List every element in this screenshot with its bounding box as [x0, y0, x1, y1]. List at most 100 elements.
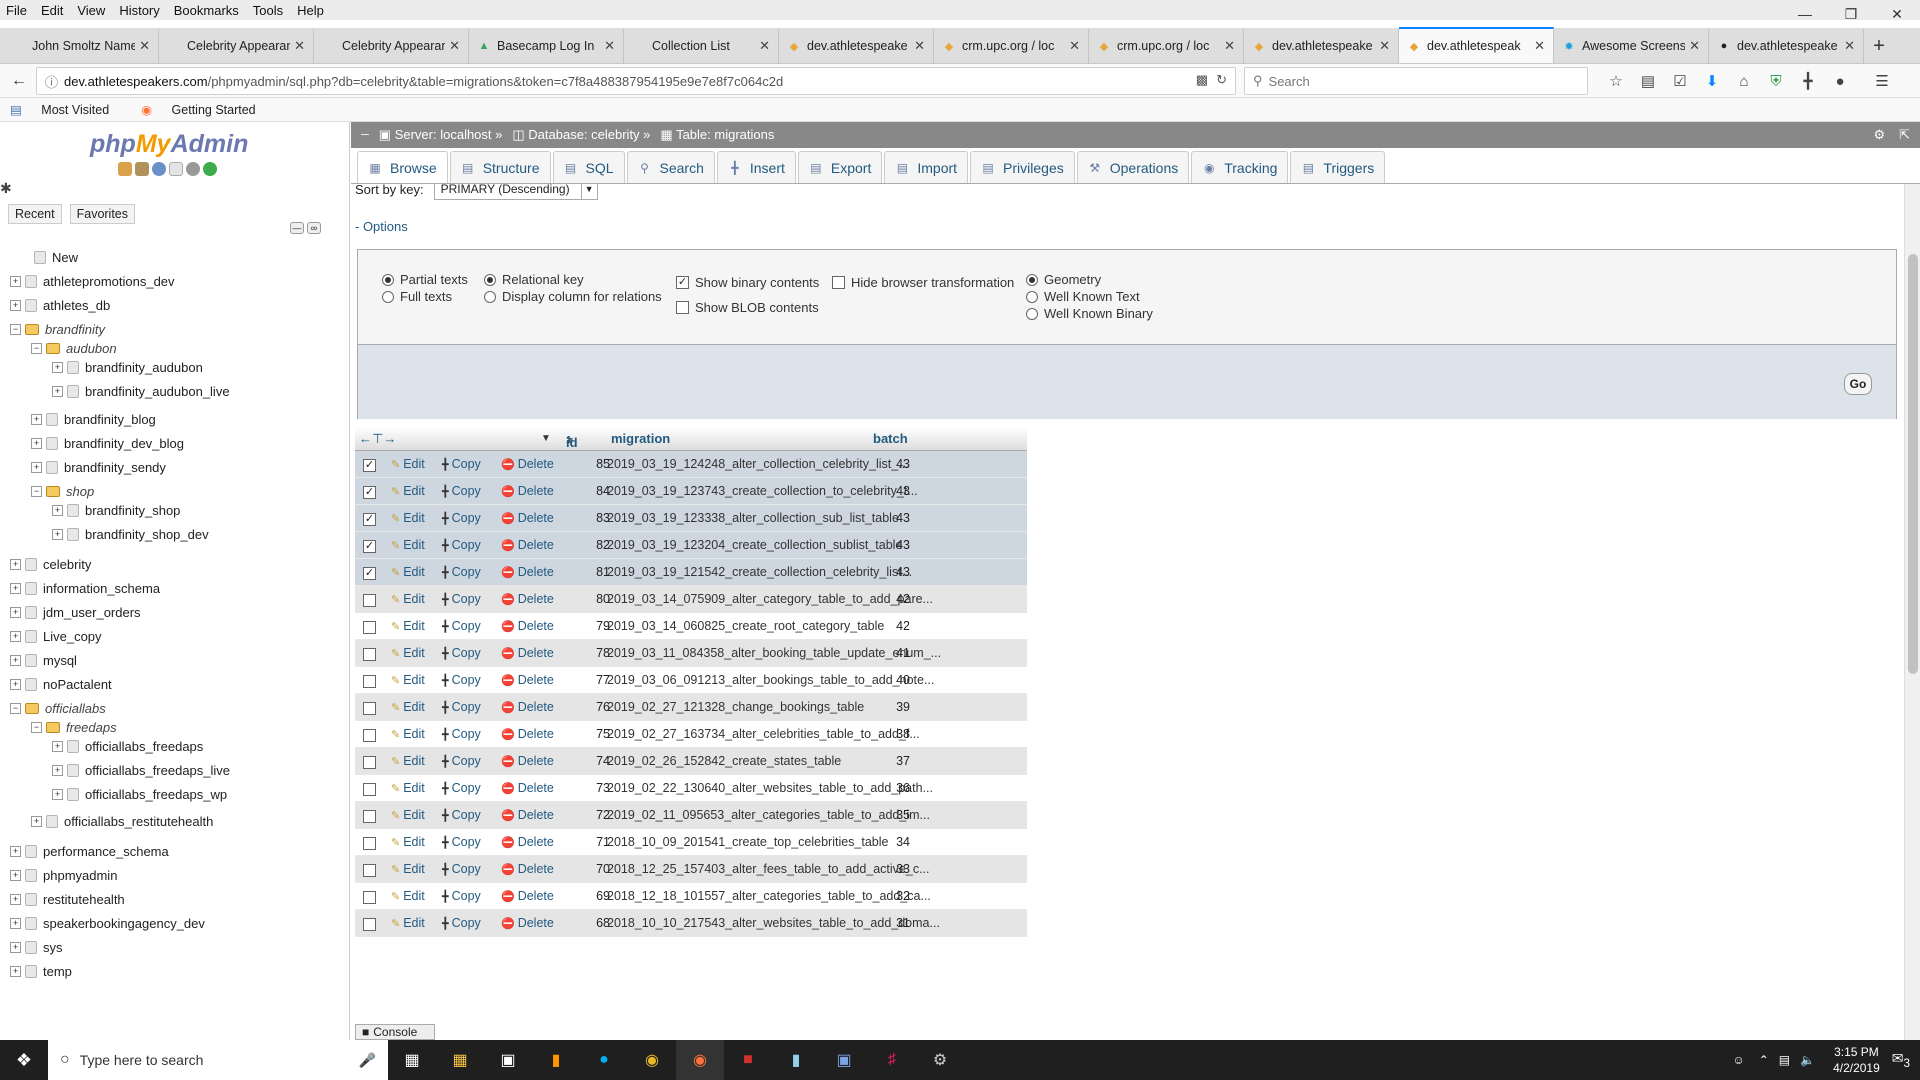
delete-link[interactable]: ⛔ Delete: [501, 538, 554, 552]
delete-link[interactable]: ⛔ Delete: [501, 889, 554, 903]
tree-item-nopactalent[interactable]: + noPactalent: [10, 674, 112, 694]
relational-key-radio[interactable]: [484, 273, 496, 286]
edit-link[interactable]: ✎ Edit: [391, 457, 425, 471]
recent-tab[interactable]: Recent: [8, 204, 62, 224]
expand-icon[interactable]: −: [31, 485, 42, 497]
delete-link[interactable]: ⛔ Delete: [501, 781, 554, 795]
row-checkbox[interactable]: ✓: [363, 486, 376, 499]
delete-link[interactable]: ⛔ Delete: [501, 808, 554, 822]
delete-link[interactable]: ⛔ Delete: [501, 592, 554, 606]
table-row[interactable]: ✎ Edit ╋ Copy ⛔ Delete 70 2018_12_25_157403_alt…: [355, 856, 1027, 883]
row-checkbox[interactable]: [363, 837, 376, 850]
tab-triggers[interactable]: ▤ Triggers: [1290, 151, 1386, 183]
row-checkbox[interactable]: [363, 756, 376, 769]
tree-item-athletes-db[interactable]: + athletes_db: [10, 295, 110, 315]
display-column-radio[interactable]: [484, 290, 496, 303]
menu-item-bookmarks[interactable]: Bookmarks: [174, 3, 239, 18]
edit-link[interactable]: ✎ Edit: [391, 781, 425, 795]
table-row[interactable]: ✎ Edit ╋ Copy ⛔ Delete 76 2019_02_27_121328_cha…: [355, 694, 1027, 721]
reload-icon[interactable]: [203, 162, 217, 176]
menu-item-view[interactable]: View: [77, 3, 105, 18]
delete-link[interactable]: ⛔ Delete: [501, 835, 554, 849]
url-bar[interactable]: ⓘ dev.athletespeakers.com /phpmyadmin/sq…: [36, 67, 1236, 95]
column-header-migration[interactable]: migration: [611, 431, 670, 446]
table-row[interactable]: ✓ ✎ Edit ╋ Copy ⛔ Delete 82 2019_03_19_123204_cr…: [355, 532, 1027, 559]
tree-item-celebrity[interactable]: + celebrity: [10, 554, 91, 574]
tree-item-mysql[interactable]: + mysql: [10, 650, 77, 670]
expand-icon[interactable]: +: [52, 764, 63, 776]
tree-item-restitutehealth[interactable]: + restitutehealth: [10, 889, 125, 909]
full-texts-option[interactable]: Full texts: [382, 289, 452, 304]
go-button[interactable]: Go: [1844, 373, 1872, 395]
search-bar[interactable]: ⚲ Search: [1244, 67, 1588, 95]
expand-icon[interactable]: +: [10, 917, 21, 929]
close-window-icon[interactable]: ✕: [1874, 0, 1920, 28]
scrollbar-thumb[interactable]: [1908, 254, 1918, 674]
row-checkbox[interactable]: [363, 648, 376, 661]
tab-structure[interactable]: ▤ Structure: [449, 151, 551, 183]
edit-link[interactable]: ✎ Edit: [391, 592, 425, 606]
row-checkbox[interactable]: [363, 810, 376, 823]
link-icon[interactable]: ∞: [307, 222, 321, 234]
console-toggle[interactable]: ■ Console: [355, 1024, 435, 1040]
edit-link[interactable]: ✎ Edit: [391, 700, 425, 714]
expand-icon[interactable]: +: [31, 413, 42, 425]
expand-icon[interactable]: −: [31, 342, 42, 354]
delete-link[interactable]: ⛔ Delete: [501, 916, 554, 930]
row-checkbox[interactable]: [363, 783, 376, 796]
copy-link[interactable]: ╋ Copy: [442, 808, 481, 822]
tree-item-athletepromotions-dev[interactable]: + athletepromotions_dev: [10, 271, 175, 291]
remote-desktop-icon[interactable]: ▣: [820, 1040, 868, 1080]
sort-by-key-select[interactable]: PRIMARY (Descending) ▼: [433, 184, 598, 200]
edit-link[interactable]: ✎ Edit: [391, 673, 425, 687]
browser-tab-10[interactable]: ✸ Awesome Screens ✕: [1554, 29, 1709, 63]
hide-browser-option[interactable]: Hide browser transformation: [832, 275, 1014, 290]
chevron-up-icon[interactable]: ⌃: [1759, 1053, 1769, 1067]
edit-link[interactable]: ✎ Edit: [391, 484, 425, 498]
breadcrumb-table[interactable]: ▦ Table: migrations: [660, 127, 774, 143]
sort-dropdown-icon[interactable]: ▼: [541, 433, 551, 444]
tool-icon[interactable]: ⚙: [916, 1040, 964, 1080]
edit-link[interactable]: ✎ Edit: [391, 511, 425, 525]
star-icon[interactable]: ☆: [1600, 67, 1632, 95]
expand-icon[interactable]: +: [10, 654, 21, 666]
tree-item-live-copy[interactable]: + Live_copy: [10, 626, 102, 646]
browser-tab-6[interactable]: ◆ crm.upc.org / loc ✕: [934, 29, 1089, 63]
filezilla-icon[interactable]: ■: [724, 1040, 772, 1080]
expand-icon[interactable]: +: [52, 740, 63, 752]
edit-link[interactable]: ✎ Edit: [391, 538, 425, 552]
tree-item-jdm-user-orders[interactable]: + jdm_user_orders: [10, 602, 141, 622]
delete-link[interactable]: ⛔ Delete: [501, 511, 554, 525]
edit-link[interactable]: ✎ Edit: [391, 862, 425, 876]
close-icon[interactable]: ✕: [1069, 38, 1080, 54]
copy-link[interactable]: ╋ Copy: [442, 565, 481, 579]
table-row[interactable]: ✎ Edit ╋ Copy ⛔ Delete 68 2018_10_10_217543_alt…: [355, 910, 1027, 937]
expand-icon[interactable]: −: [10, 702, 21, 714]
copy-link[interactable]: ╋ Copy: [442, 511, 481, 525]
store-icon[interactable]: ▣: [484, 1040, 532, 1080]
expand-icon[interactable]: +: [10, 606, 21, 618]
edit-link[interactable]: ✎ Edit: [391, 619, 425, 633]
tab-privileges[interactable]: ▤ Privileges: [970, 151, 1075, 183]
partial-texts-option[interactable]: Partial texts: [382, 272, 468, 287]
exit-icon[interactable]: [135, 162, 149, 176]
maximize-icon[interactable]: ❐: [1828, 0, 1874, 28]
row-checkbox[interactable]: ✓: [363, 513, 376, 526]
row-checkbox[interactable]: [363, 621, 376, 634]
table-row[interactable]: ✓ ✎ Edit ╋ Copy ⛔ Delete 83 2019_03_19_123338_al…: [355, 505, 1027, 532]
edit-link[interactable]: ✎ Edit: [391, 754, 425, 768]
menu-item-history[interactable]: History: [119, 3, 159, 18]
table-row[interactable]: ✎ Edit ╋ Copy ⛔ Delete 75 2019_02_27_163734_alt…: [355, 721, 1027, 748]
full-texts-radio[interactable]: [382, 290, 394, 303]
expand-icon[interactable]: +: [10, 275, 21, 287]
tree-item-brandfinity-shop[interactable]: + brandfinity_shop: [52, 500, 180, 520]
options-toggle-link[interactable]: - Options: [355, 219, 408, 234]
table-row[interactable]: ✎ Edit ╋ Copy ⛔ Delete 72 2019_02_11_095653_alt…: [355, 802, 1027, 829]
well-known-binary-option[interactable]: Well Known Binary: [1026, 306, 1153, 321]
column-header-batch[interactable]: batch: [873, 431, 908, 446]
table-row[interactable]: ✓ ✎ Edit ╋ Copy ⛔ Delete 81 2019_03_19_121542_cr…: [355, 559, 1027, 586]
close-icon[interactable]: ✕: [1224, 38, 1235, 54]
menu-item-file[interactable]: File: [6, 3, 27, 18]
sublime-icon[interactable]: ▮: [532, 1040, 580, 1080]
browser-tab-0[interactable]: John Smoltz Named C ✕: [4, 29, 159, 63]
